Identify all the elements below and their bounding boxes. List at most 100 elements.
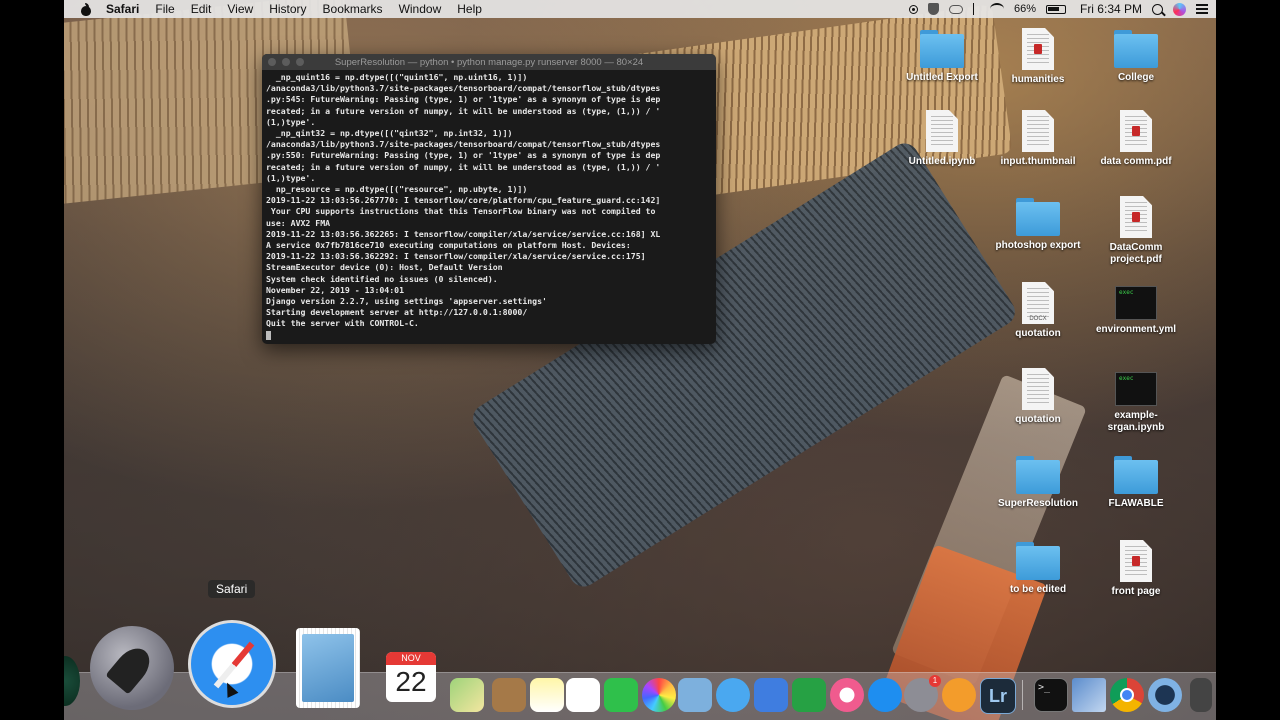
- battery-icon[interactable]: [1045, 4, 1066, 14]
- desktop-icon-label: photoshop export: [995, 240, 1081, 251]
- desktop-icon-label: humanities: [1011, 74, 1065, 85]
- desktop-icon-college[interactable]: College: [1088, 28, 1184, 84]
- siri-icon[interactable]: [1173, 2, 1186, 16]
- battery-percent[interactable]: 66%: [1014, 3, 1036, 15]
- dock-trash-icon[interactable]: [1190, 678, 1212, 712]
- desktop-icon-input-thumbnail[interactable]: input.thumbnail: [990, 110, 1086, 168]
- desktop-icon-photoshop-export[interactable]: photoshop export: [990, 196, 1086, 252]
- dock-quicktime-icon[interactable]: [1148, 678, 1182, 712]
- desktop-icon-label: data comm.pdf: [1100, 156, 1172, 167]
- terminal-line: 2019-11-22 13:03:56.362292: I tensorflow…: [266, 251, 646, 262]
- menu-history[interactable]: History: [269, 2, 306, 16]
- dock-mail-icon[interactable]: [296, 628, 360, 708]
- document-file-icon: [926, 110, 958, 152]
- dock-lightroom-icon[interactable]: Lr: [980, 678, 1016, 714]
- menu-help[interactable]: Help: [457, 2, 482, 16]
- dock-contacts-icon[interactable]: [492, 678, 526, 712]
- dock-system-preferences-icon[interactable]: 1: [904, 675, 941, 712]
- desktop-icon-label: quotation: [1015, 414, 1061, 425]
- dock-calendar-icon[interactable]: NOV 22: [386, 652, 436, 702]
- terminal-line: np_resource = np.dtype([("resource", np.…: [266, 184, 528, 195]
- terminal-window[interactable]: SuperResolution — python • python manage…: [262, 54, 716, 344]
- folder-icon: [1016, 456, 1060, 494]
- dock-photos-icon[interactable]: [642, 678, 676, 712]
- spotlight-search-icon[interactable]: [1152, 3, 1163, 15]
- desktop-icon-humanities[interactable]: humanities: [990, 28, 1086, 86]
- dock-facetime-icon[interactable]: [604, 678, 638, 712]
- shield-icon[interactable]: [927, 3, 939, 15]
- dock-terminal-icon[interactable]: >_: [1034, 678, 1068, 712]
- dock-itunes-icon[interactable]: [830, 678, 864, 712]
- dock-maps-icon[interactable]: [450, 678, 484, 712]
- desktop-icon-environment-yml[interactable]: exec environment.yml: [1088, 282, 1184, 336]
- menu-window[interactable]: Window: [399, 2, 442, 16]
- dock-notes-icon[interactable]: [530, 678, 564, 712]
- desktop-icon-label: environment.yml: [1095, 324, 1177, 335]
- calendar-month: NOV: [386, 652, 436, 665]
- menu-bookmarks[interactable]: Bookmarks: [323, 2, 383, 16]
- screen-record-icon[interactable]: [908, 4, 918, 14]
- document-file-icon: DOCX: [1022, 282, 1054, 324]
- folder-icon: [1016, 542, 1060, 580]
- desktop-icon-label: FLAWABLE: [1108, 498, 1164, 509]
- creative-cloud-icon[interactable]: [948, 4, 963, 14]
- terminal-line: November 22, 2019 - 13:04:01: [266, 284, 405, 295]
- pdf-file-icon: [1022, 28, 1054, 70]
- desktop-icon-front-page[interactable]: front page: [1088, 540, 1184, 598]
- terminal-line: (1,)type'.: [266, 116, 316, 127]
- terminal-titlebar[interactable]: SuperResolution — python • python manage…: [262, 54, 716, 70]
- folder-icon: [1114, 30, 1158, 68]
- menu-app-safari[interactable]: Safari: [106, 2, 139, 16]
- desktop-icon-untitled-ipynb[interactable]: Untitled.ipynb: [894, 110, 990, 168]
- terminal-line: _np_quint16 = np.dtype([("quint16", np.u…: [266, 72, 528, 82]
- dock-preview-icon[interactable]: [678, 678, 712, 712]
- terminal-line: 2019-11-22 13:03:56.362265: I tensorflow…: [266, 228, 661, 239]
- prefs-badge: 1: [929, 675, 941, 687]
- desktop-icon-example-srgan-ipynb[interactable]: exec example-srgan.ipynb: [1088, 368, 1184, 434]
- desktop-icon-label: front page: [1111, 586, 1161, 597]
- menu-clock[interactable]: Fri 6:34 PM: [1080, 2, 1142, 16]
- dock-divider: [1022, 680, 1023, 710]
- bluetooth-icon[interactable]: [972, 3, 980, 15]
- dock-image-capture-icon[interactable]: [1072, 678, 1106, 712]
- terminal-output[interactable]: _np_quint16 = np.dtype([("quint16", np.u…: [262, 70, 716, 341]
- menu-view[interactable]: View: [227, 2, 253, 16]
- dock-app-store-icon[interactable]: [868, 678, 902, 712]
- desktop-icon-datacomm-project-pdf[interactable]: DataComm project.pdf: [1088, 196, 1184, 266]
- terminal-line: Django version 2.2.7, using settings 'ap…: [266, 296, 547, 307]
- desktop-icon-data-comm-pdf[interactable]: data comm.pdf: [1088, 110, 1184, 168]
- calendar-day: 22: [395, 666, 427, 697]
- desktop-icon-quotation[interactable]: DOCX quotation: [990, 282, 1086, 340]
- desktop-icon-superresolution[interactable]: SuperResolution: [990, 454, 1086, 510]
- document-file-icon: [1022, 110, 1054, 152]
- executable-file-icon: exec: [1115, 372, 1157, 406]
- menu-edit[interactable]: Edit: [191, 2, 212, 16]
- apple-menu-icon[interactable]: [80, 2, 92, 16]
- terminal-line: .py:550: FutureWarning: Passing (type, 1…: [266, 150, 661, 161]
- desktop-icon-quotation[interactable]: quotation: [990, 368, 1086, 426]
- dock-books-icon[interactable]: [942, 678, 976, 712]
- dock-launchpad-icon[interactable]: [90, 626, 174, 710]
- desktop-icon-untitled-export[interactable]: Untitled Export: [894, 28, 990, 84]
- terminal-line: A service 0x7fb7816ce710 executing compu…: [266, 240, 631, 251]
- desktop-icon-label: SuperResolution: [997, 498, 1078, 509]
- desktop-icon-flawable[interactable]: FLAWABLE: [1088, 454, 1184, 510]
- notification-center-icon[interactable]: [1196, 4, 1208, 14]
- document-file-icon: [1022, 368, 1054, 410]
- terminal-line: Starting development server at http://12…: [266, 307, 528, 318]
- terminal-line: Your CPU supports instructions that this…: [266, 206, 656, 217]
- dock-keynote-icon[interactable]: [754, 678, 788, 712]
- dock-numbers-icon[interactable]: [792, 678, 826, 712]
- terminal-line: /anaconda3/lib/python3.7/site-packages/t…: [266, 83, 661, 94]
- terminal-line: StreamExecutor device (0): Host, Default…: [266, 262, 503, 273]
- menu-file[interactable]: File: [155, 2, 174, 16]
- terminal-line: System check identified no issues (0 sil…: [266, 273, 498, 284]
- folder-icon: [1016, 198, 1060, 236]
- dock-reminders-icon[interactable]: [566, 678, 600, 712]
- dock-chrome-icon[interactable]: [1110, 678, 1144, 712]
- dock-messages-icon[interactable]: [716, 678, 750, 712]
- desktop-icon-to-be-edited[interactable]: to be edited: [990, 540, 1086, 596]
- wifi-icon[interactable]: [989, 3, 1004, 15]
- terminal-line: recated; in a future version of numpy, i…: [266, 161, 661, 172]
- desktop-icon-label: example-srgan.ipynb: [1107, 410, 1165, 433]
